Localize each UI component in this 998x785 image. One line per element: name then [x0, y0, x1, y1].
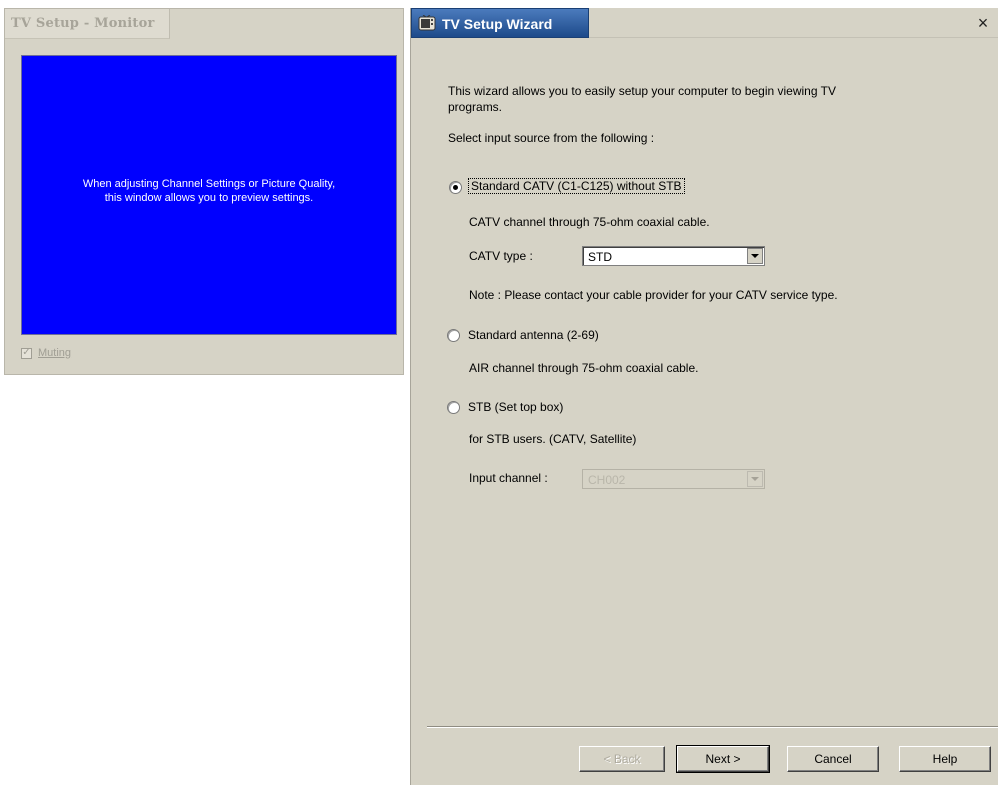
- radio-stb[interactable]: [447, 401, 460, 414]
- option-standard-catv-desc: CATV channel through 75-ohm coaxial cabl…: [469, 215, 710, 229]
- option-stb-label[interactable]: STB (Set top box): [468, 400, 563, 414]
- wizard-title: TV Setup Wizard: [442, 16, 553, 32]
- catv-type-value: STD: [588, 250, 612, 264]
- preview-screen: When adjusting Channel Settings or Pictu…: [21, 55, 397, 335]
- next-button[interactable]: Next >: [676, 745, 770, 773]
- option-standard-antenna-label[interactable]: Standard antenna (2-69): [468, 328, 599, 342]
- muting-label: Muting: [38, 347, 72, 359]
- cancel-button[interactable]: Cancel: [787, 746, 879, 772]
- help-button[interactable]: Help: [899, 746, 991, 772]
- intro-line1: This wizard allows you to easily setup y…: [448, 84, 836, 98]
- intro-line2: programs.: [448, 100, 503, 114]
- option-standard-catv-label[interactable]: Standard CATV (C1-C125) without STB: [468, 178, 685, 194]
- option-stb-desc: for STB users. (CATV, Satellite): [469, 432, 637, 446]
- catv-note: Note : Please contact your cable provide…: [469, 288, 838, 302]
- select-prompt: Select input source from the following :: [448, 131, 655, 145]
- input-channel-value: CH002: [588, 473, 626, 487]
- chevron-down-icon[interactable]: [747, 248, 763, 264]
- input-channel-select[interactable]: CH002: [582, 469, 765, 489]
- button-separator: [427, 726, 998, 728]
- wizard-window: TV Setup Wizard × This wizard allows you…: [410, 8, 998, 785]
- tv-app-icon: [418, 15, 436, 31]
- monitor-title: TV Setup - Monitor: [11, 16, 155, 31]
- monitor-window: TV Setup - Monitor When adjusting Channe…: [4, 8, 404, 375]
- preview-message: When adjusting Channel Settings or Pictu…: [83, 177, 335, 205]
- option-standard-catv-text: Standard CATV (C1-C125) without STB: [468, 178, 685, 194]
- title-divider: [589, 37, 998, 38]
- preview-message-line1: When adjusting Channel Settings or Pictu…: [82, 178, 336, 190]
- muting-checkbox[interactable]: ✓: [21, 347, 32, 359]
- close-icon[interactable]: ×: [974, 14, 992, 32]
- muting-checkbox-row[interactable]: ✓ Muting: [21, 347, 71, 359]
- wizard-title-tab[interactable]: TV Setup Wizard: [411, 8, 589, 38]
- chevron-down-icon[interactable]: [747, 471, 763, 487]
- catv-type-label: CATV type :: [469, 249, 533, 263]
- input-channel-label: Input channel :: [469, 471, 548, 485]
- back-button[interactable]: < Back: [579, 746, 665, 772]
- preview-message-line2: this window allows you to preview settin…: [104, 192, 314, 204]
- monitor-title-tab[interactable]: TV Setup - Monitor: [5, 9, 170, 39]
- option-standard-antenna-desc: AIR channel through 75-ohm coaxial cable…: [469, 361, 699, 375]
- catv-type-select[interactable]: STD: [582, 246, 765, 266]
- radio-standard-catv[interactable]: [449, 181, 462, 194]
- radio-standard-antenna[interactable]: [447, 329, 460, 342]
